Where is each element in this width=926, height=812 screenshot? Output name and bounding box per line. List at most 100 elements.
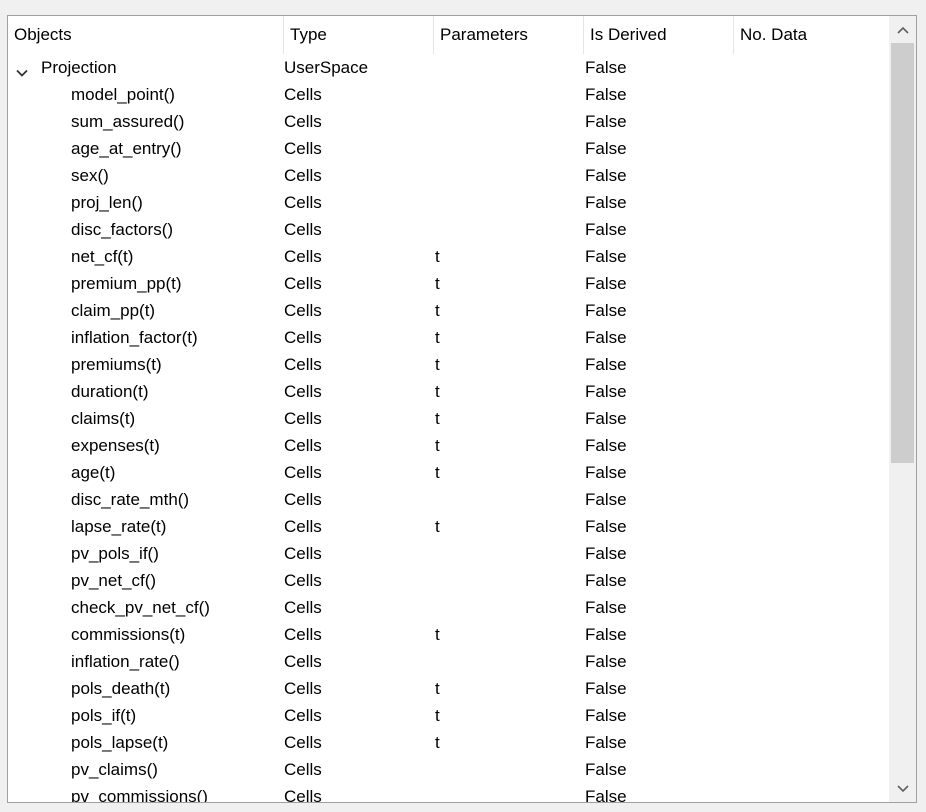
tree-item-label: pv_net_cf() (71, 571, 157, 590)
tree-cell-parameters: t (435, 274, 440, 293)
tree-row[interactable]: pv_pols_if() Cells False (8, 540, 889, 567)
tree-cell-parameters: t (435, 625, 440, 644)
scrollbar-thumb[interactable] (891, 43, 914, 463)
tree-row[interactable]: pv_claims() Cells False (8, 756, 889, 783)
tree-cell-no-data (735, 270, 885, 297)
tree-cell-type: Cells (284, 85, 322, 104)
tree-cell-parameters: t (435, 409, 440, 428)
tree-cell-no-data (735, 54, 885, 81)
tree-cell-name: pv_pols_if() (8, 540, 280, 567)
tree-row[interactable]: model_point() Cells False (8, 81, 889, 108)
tree-item-label: age_at_entry() (71, 139, 182, 158)
tree-cell-is-derived: False (585, 544, 627, 563)
tree-cell-name: check_pv_net_cf() (8, 594, 280, 621)
tree-cell-is-derived: False (585, 139, 627, 158)
chevron-down-icon[interactable] (15, 61, 29, 77)
object-tree-view[interactable]: Objects Type Parameters Is Derived No. D… (7, 15, 917, 803)
tree-cell-type: UserSpace (284, 58, 369, 77)
column-header-parameters[interactable]: Parameters (434, 16, 584, 54)
tree-item-label: claim_pp(t) (71, 301, 156, 320)
tree-row[interactable]: pols_if(t) Cells t False (8, 702, 889, 729)
tree-row[interactable]: expenses(t) Cells t False (8, 432, 889, 459)
tree-row[interactable]: proj_len() Cells False (8, 189, 889, 216)
column-header-type[interactable]: Type (284, 16, 434, 54)
tree-cell-name: model_point() (8, 81, 280, 108)
tree-item-label: model_point() (71, 85, 175, 104)
tree-cell-no-data (735, 243, 885, 270)
tree-row[interactable]: check_pv_net_cf() Cells False (8, 594, 889, 621)
tree-row[interactable]: claim_pp(t) Cells t False (8, 297, 889, 324)
tree-item-label: age(t) (71, 463, 116, 482)
tree-row[interactable]: sum_assured() Cells False (8, 108, 889, 135)
tree-row[interactable]: commissions(t) Cells t False (8, 621, 889, 648)
tree-cell-no-data (735, 351, 885, 378)
tree-cell-type: Cells (284, 598, 322, 617)
tree-cell-name: sex() (8, 162, 280, 189)
tree-cell-no-data (735, 108, 885, 135)
tree-cell-name: inflation_rate() (8, 648, 280, 675)
tree-cell-is-derived: False (585, 787, 627, 802)
tree-row[interactable]: pv_net_cf() Cells False (8, 567, 889, 594)
tree-cell-no-data (735, 675, 885, 702)
tree-row[interactable]: net_cf(t) Cells t False (8, 243, 889, 270)
tree-cell-is-derived: False (585, 517, 627, 536)
tree-cell-parameters: t (435, 733, 440, 752)
tree-cell-name: inflation_factor(t) (8, 324, 280, 351)
tree-item-label: sum_assured() (71, 112, 185, 131)
tree-cell-name: sum_assured() (8, 108, 280, 135)
tree-cell-parameters (435, 567, 585, 594)
tree-row[interactable]: pv_commissions() Cells False (8, 783, 889, 802)
tree-row[interactable]: age_at_entry() Cells False (8, 135, 889, 162)
tree-item-label: premiums(t) (71, 355, 162, 374)
tree-cell-parameters: t (435, 463, 440, 482)
column-header-is-derived[interactable]: Is Derived (584, 16, 734, 54)
tree-cell-name: pols_if(t) (8, 702, 280, 729)
tree-cell-name: pv_commissions() (8, 783, 280, 802)
tree-cell-is-derived: False (585, 355, 627, 374)
tree-cell-type: Cells (284, 463, 322, 482)
tree-cell-type: Cells (284, 139, 322, 158)
tree-cell-name: disc_factors() (8, 216, 280, 243)
tree-cell-parameters (435, 486, 585, 513)
tree-cell-name: premiums(t) (8, 351, 280, 378)
tree-row[interactable]: claims(t) Cells t False (8, 405, 889, 432)
tree-cell-is-derived: False (585, 220, 627, 239)
tree-cell-parameters (435, 162, 585, 189)
tree-row[interactable]: premiums(t) Cells t False (8, 351, 889, 378)
tree-row[interactable]: disc_rate_mth() Cells False (8, 486, 889, 513)
tree-cell-is-derived: False (585, 166, 627, 185)
tree-row-projection[interactable]: Projection UserSpace False (8, 54, 889, 81)
tree-children: model_point() Cells False sum_assured() Cell… (8, 81, 889, 802)
tree-cell-type: Cells (284, 112, 322, 131)
tree-cell-no-data (735, 405, 885, 432)
column-header-no-data[interactable]: No. Data (734, 16, 891, 54)
tree-row[interactable]: premium_pp(t) Cells t False (8, 270, 889, 297)
tree-row[interactable]: inflation_factor(t) Cells t False (8, 324, 889, 351)
vertical-scrollbar[interactable] (889, 16, 916, 802)
column-header-objects[interactable]: Objects (8, 16, 284, 54)
tree-cell-type: Cells (284, 328, 322, 347)
tree-cell-parameters (435, 54, 585, 81)
chevron-up-icon[interactable] (889, 16, 916, 43)
tree-row[interactable]: pols_lapse(t) Cells t False (8, 729, 889, 756)
tree-cell-no-data (735, 783, 885, 802)
tree-cell-type: Cells (284, 733, 322, 752)
tree-cell-is-derived: False (585, 193, 627, 212)
tree-cell-name: claim_pp(t) (8, 297, 280, 324)
tree-row[interactable]: inflation_rate() Cells False (8, 648, 889, 675)
tree-cell-no-data (735, 486, 885, 513)
tree-cell-name: age(t) (8, 459, 280, 486)
tree-row[interactable]: sex() Cells False (8, 162, 889, 189)
tree-row[interactable]: duration(t) Cells t False (8, 378, 889, 405)
tree-cell-name: expenses(t) (8, 432, 280, 459)
tree-cell-name: claims(t) (8, 405, 280, 432)
tree-cell-parameters (435, 783, 585, 802)
tree-row[interactable]: pols_death(t) Cells t False (8, 675, 889, 702)
chevron-down-icon[interactable] (889, 775, 916, 802)
tree-row[interactable]: lapse_rate(t) Cells t False (8, 513, 889, 540)
tree-cell-is-derived: False (585, 571, 627, 590)
tree-row[interactable]: age(t) Cells t False (8, 459, 889, 486)
tree-cell-is-derived: False (585, 760, 627, 779)
tree-row[interactable]: disc_factors() Cells False (8, 216, 889, 243)
tree-cell-no-data (735, 540, 885, 567)
